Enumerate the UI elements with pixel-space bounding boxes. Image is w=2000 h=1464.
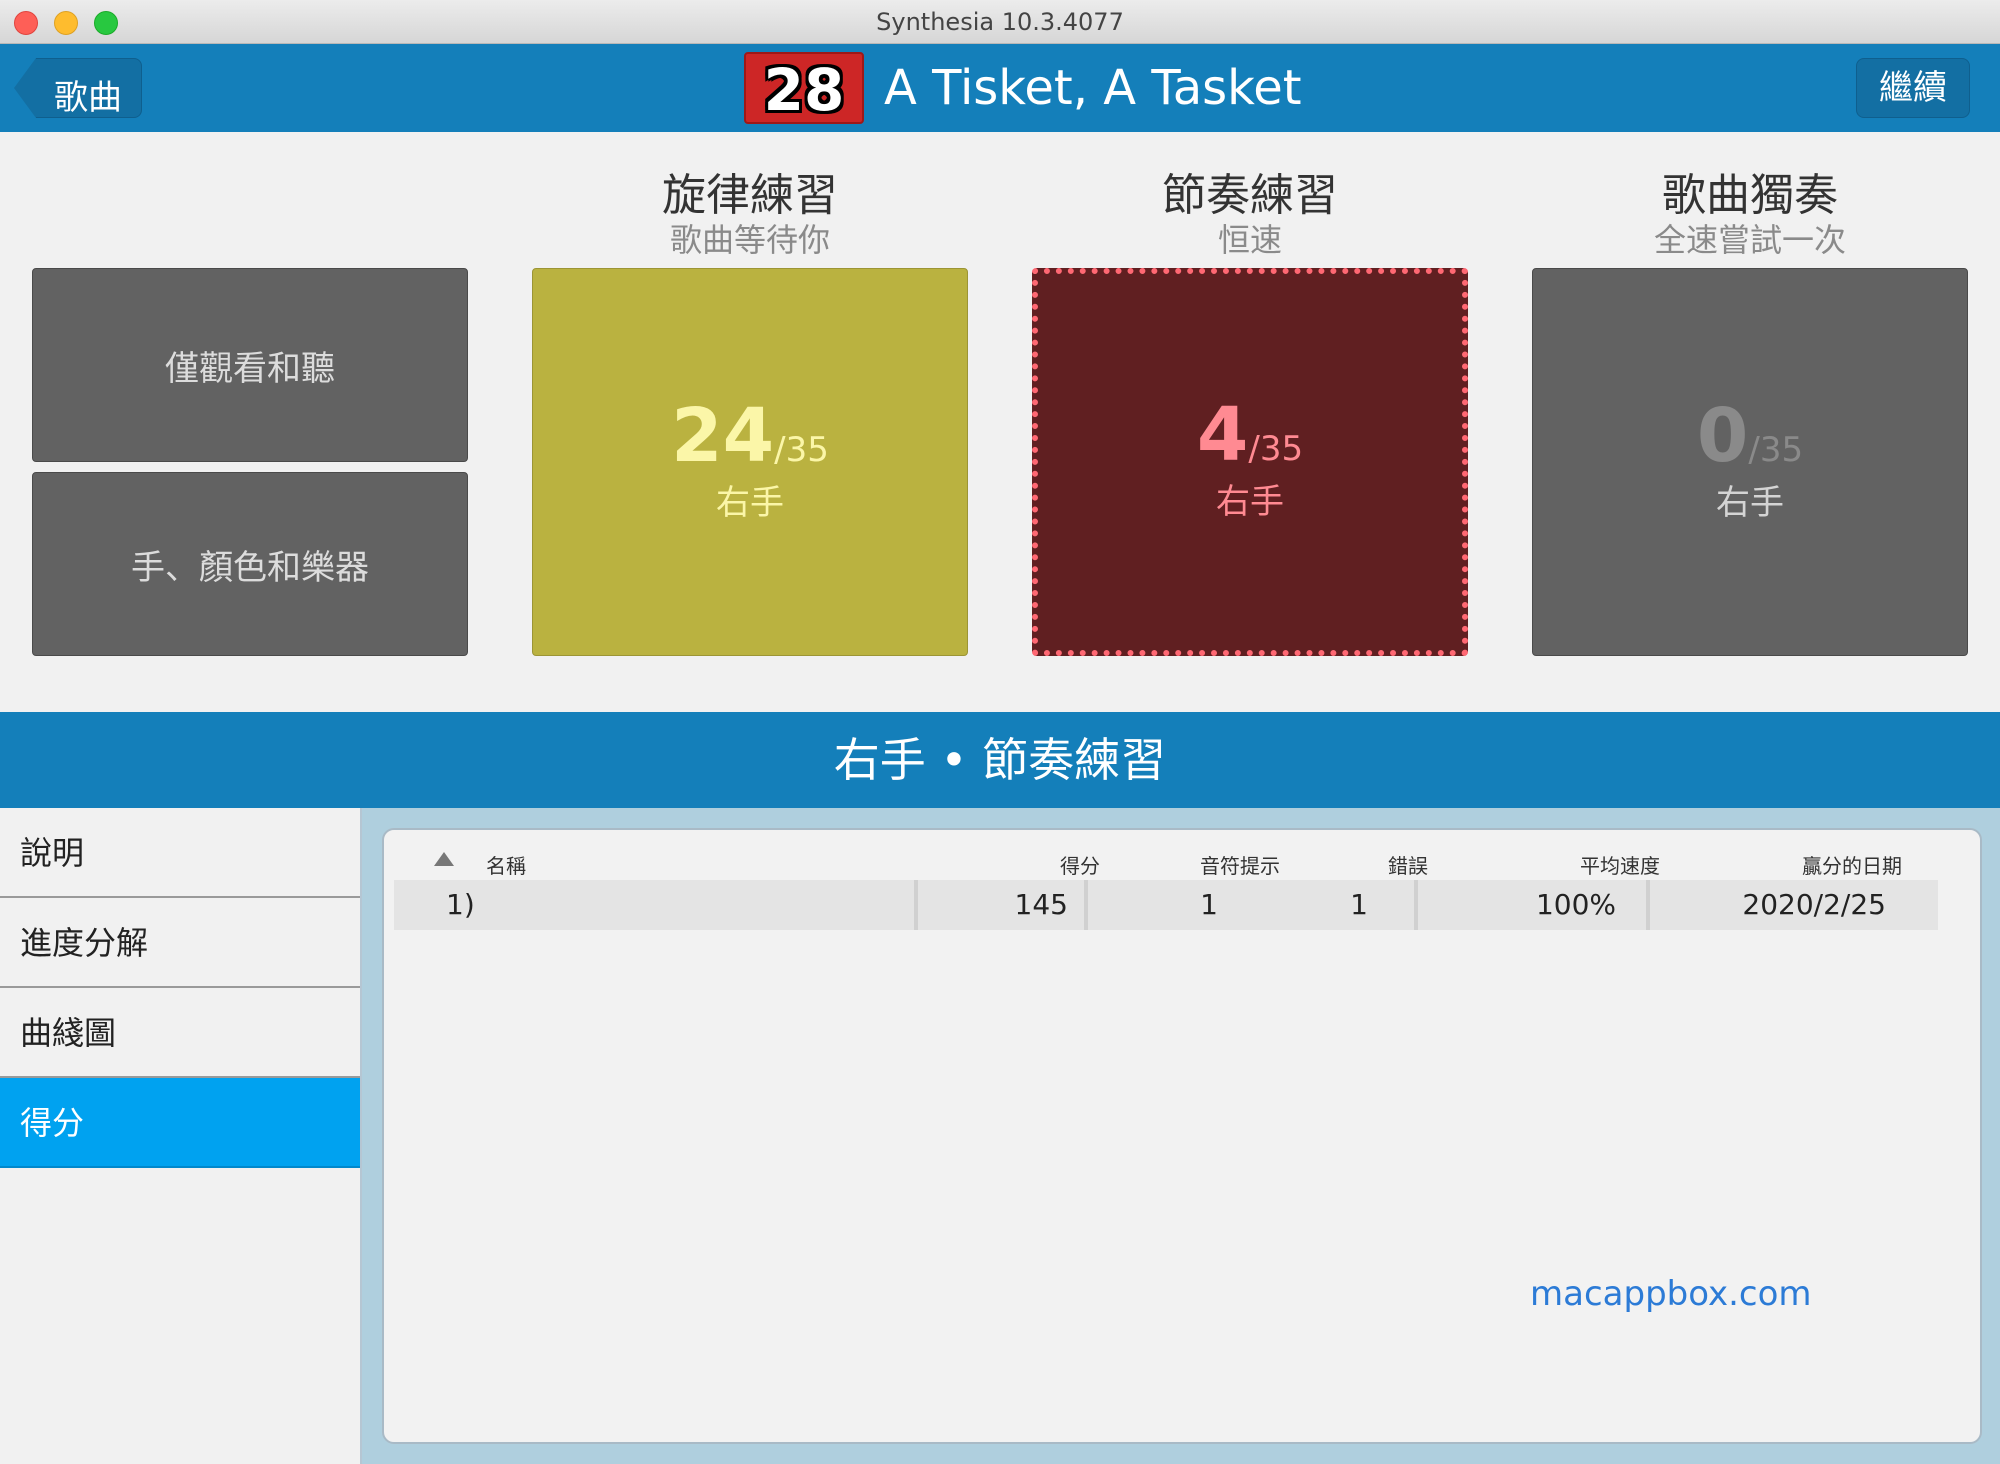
song-solo-mode: 歌曲獨奏 全速嘗試一次 0/35 右手: [1532, 170, 1968, 656]
cell-hints: 1: [1200, 888, 1218, 921]
mode-hand-label: 右手: [716, 483, 784, 523]
watch-and-listen-label: 僅觀看和聽: [165, 348, 335, 389]
sidebar-item-graph[interactable]: 曲綫圖: [0, 988, 360, 1078]
cell-score: 145: [1014, 888, 1068, 921]
watermark-text: macappbox.com: [1530, 1274, 1812, 1314]
mode-score-value: 24: [671, 393, 775, 479]
song-level-number: 28: [763, 56, 845, 124]
song-level-badge: 28: [744, 52, 864, 124]
rhythm-practice-mode: 節奏練習 恒速 4/35 右手: [1032, 170, 1468, 656]
melody-practice-mode: 旋律練習 歌曲等待你 24/35 右手: [532, 170, 968, 656]
sidebar-item-description[interactable]: 說明: [0, 808, 360, 898]
sidebar-item-progress-breakdown[interactable]: 進度分解: [0, 898, 360, 988]
mode-title: 節奏練習: [1162, 170, 1338, 221]
mode-score-value: 4: [1196, 392, 1249, 478]
mode-subtitle: 恒速: [1217, 221, 1282, 259]
song-title: A Tisket, A Tasket: [884, 60, 1302, 116]
column-header-date[interactable]: 贏分的日期: [1802, 850, 1902, 879]
back-to-songs-button[interactable]: 歌曲: [14, 58, 142, 118]
cell-errors: 1: [1350, 888, 1368, 921]
column-header-hints[interactable]: 音符提示: [1200, 850, 1280, 879]
mode-score-total: /35: [1248, 429, 1304, 469]
mode-hand-label: 右手: [1216, 482, 1284, 522]
song-header: 歌曲 28 A Tisket, A Tasket 繼續: [0, 44, 2000, 132]
column-header-score[interactable]: 得分: [1060, 850, 1100, 879]
sort-ascending-icon[interactable]: [434, 852, 454, 866]
mode-score-value: 0: [1696, 393, 1749, 479]
column-header-avg-speed[interactable]: 平均速度: [1580, 850, 1660, 879]
rhythm-practice-card[interactable]: 4/35 右手: [1032, 268, 1468, 656]
mode-hand-label: 右手: [1716, 483, 1784, 523]
song-solo-card[interactable]: 0/35 右手: [1532, 268, 1968, 656]
back-arrow-icon: [14, 58, 36, 118]
cell-avg-speed: 100%: [1535, 888, 1616, 921]
hands-colors-instruments-button[interactable]: 手、顏色和樂器: [32, 472, 468, 656]
section-title: 右手 • 節奏練習: [0, 712, 2000, 808]
cell-date: 2020/2/25: [1742, 888, 1886, 921]
mode-score-total: /35: [1748, 430, 1804, 470]
continue-button[interactable]: 繼續: [1856, 58, 1970, 118]
watch-and-listen-button[interactable]: 僅觀看和聽: [32, 268, 468, 462]
mode-score: 4/35: [1038, 392, 1462, 478]
mode-subtitle: 全速嘗試一次: [1653, 221, 1846, 259]
sidebar-item-scores[interactable]: 得分: [0, 1078, 360, 1168]
mode-score-total: /35: [774, 430, 829, 470]
column-header-errors[interactable]: 錯誤: [1388, 850, 1428, 879]
detail-sidebar: 說明 進度分解 曲綫圖 得分: [0, 808, 362, 1464]
back-button-label: 歌曲: [54, 78, 122, 118]
melody-practice-card[interactable]: 24/35 右手: [532, 268, 968, 656]
mode-score: 24/35: [533, 393, 967, 479]
hands-colors-instruments-label: 手、顏色和樂器: [131, 547, 369, 588]
mode-title: 旋律練習: [662, 170, 838, 221]
cell-rank: 1): [446, 888, 475, 921]
mode-subtitle: 歌曲等待你: [669, 221, 830, 259]
scores-table-panel: 名稱 得分 音符提示 錯誤 平均速度 贏分的日期 1) 145 1 1 100%…: [382, 828, 1982, 1444]
table-row[interactable]: 1) 145 1 1 100% 2020/2/25: [394, 880, 1938, 930]
mode-score: 0/35: [1533, 393, 1967, 479]
window-title: Synthesia 10.3.4077: [876, 8, 1124, 36]
window-titlebar: Synthesia 10.3.4077: [0, 0, 2000, 44]
column-header-name[interactable]: 名稱: [486, 850, 526, 879]
mode-title: 歌曲獨奏: [1662, 170, 1838, 221]
